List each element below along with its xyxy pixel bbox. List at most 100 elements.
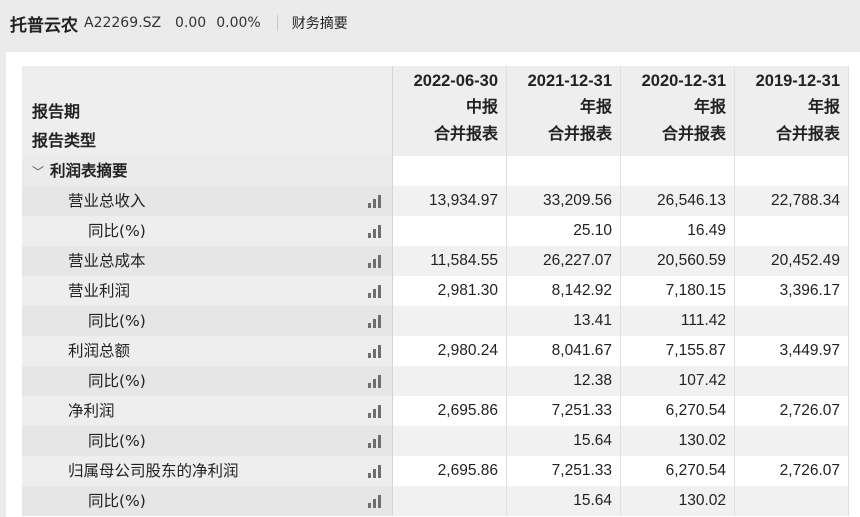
value-cell: 16.49 (621, 216, 735, 246)
bar-chart-icon[interactable] (368, 315, 384, 328)
bar-chart-icon[interactable] (368, 495, 384, 508)
value-cell: 12.38 (507, 366, 621, 396)
column-date: 2021-12-31 (527, 72, 612, 90)
value-cell: 107.42 (621, 366, 735, 396)
value-cell: 26,546.13 (621, 186, 735, 216)
row-label: 同比(%) (88, 222, 146, 240)
value-cell: 8,041.67 (507, 336, 621, 366)
column-type: 合并报表 (661, 126, 726, 143)
table-header-row: 报告期 报告类型 2022-06-30 中报 合并报表 2021-12-31 年… (22, 66, 860, 156)
header-label-cell: 报告期 报告类型 (22, 66, 393, 156)
row-label: 营业利润 (68, 282, 131, 300)
value-cell: 33,209.56 (507, 186, 621, 216)
column-header[interactable]: 2019-12-31 年报 合并报表 (735, 66, 849, 156)
row-label: 同比(%) (88, 372, 146, 390)
header-divider (276, 15, 278, 31)
value-cell: 7,155.87 (621, 336, 735, 366)
table-row: 归属母公司股东的净利润 2,695.86 7,251.33 6,270.54 2,726… (22, 456, 860, 486)
row-label-cell: 营业总成本 (22, 246, 393, 276)
row-label-cell: 同比(%) (22, 306, 393, 336)
value-cell: 7,180.15 (621, 276, 735, 306)
bar-chart-icon[interactable] (368, 195, 384, 208)
row-label-cell: 归属母公司股东的净利润 (22, 456, 393, 486)
row-label: 营业总成本 (68, 252, 146, 270)
table-body: 营业总收入 13,934.97 33,209.56 26,546.13 22,788.3… (22, 186, 860, 516)
section-row-income-statement[interactable]: ﹀ 利润表摘要 (22, 156, 860, 186)
table-row: 同比(%) 25.10 16.49 (22, 216, 860, 246)
row-label-cell: 同比(%) (22, 216, 393, 246)
table-row: 营业总成本 11,584.55 26,227.07 20,560.59 20,452.4… (22, 246, 860, 276)
value-cell (735, 486, 849, 516)
bar-chart-icon[interactable] (368, 225, 384, 238)
stock-header: 托普云农 A22269.SZ 0.00 0.00% 财务摘要 (0, 0, 860, 46)
column-header[interactable]: 2021-12-31 年报 合并报表 (507, 66, 621, 156)
value-cell (393, 426, 507, 456)
row-label: 营业总收入 (68, 192, 146, 210)
column-period: 年报 (807, 99, 840, 116)
bar-chart-icon[interactable] (368, 375, 384, 388)
row-label-cell: 同比(%) (22, 426, 393, 456)
column-type: 合并报表 (433, 126, 498, 143)
column-type: 合并报表 (547, 126, 612, 143)
table-row: 营业总收入 13,934.97 33,209.56 26,546.13 22,788.3… (22, 186, 860, 216)
bar-chart-icon[interactable] (368, 435, 384, 448)
value-cell (393, 486, 507, 516)
value-cell: 2,980.24 (393, 336, 507, 366)
row-label: 利润总额 (68, 342, 131, 360)
value-cell (735, 426, 849, 456)
value-cell: 8,142.92 (507, 276, 621, 306)
value-cell (735, 216, 849, 246)
value-cell: 13.41 (507, 306, 621, 336)
stock-change-pct: 0.00% (216, 15, 261, 31)
row-label: 同比(%) (88, 432, 146, 450)
value-cell: 7,251.33 (507, 396, 621, 426)
value-cell: 130.02 (621, 486, 735, 516)
table-row: 同比(%) 12.38 107.42 (22, 366, 860, 396)
row-label-cell: 净利润 (22, 396, 393, 426)
section-toggle[interactable]: ﹀ 利润表摘要 (32, 156, 128, 187)
row-label: 净利润 (68, 402, 115, 420)
column-period: 年报 (693, 99, 726, 116)
value-cell: 2,981.30 (393, 276, 507, 306)
table-row: 营业利润 2,981.30 8,142.92 7,180.15 3,396.17 (22, 276, 860, 306)
value-cell (393, 306, 507, 336)
stock-name: 托普云农 (10, 15, 78, 36)
value-cell: 20,560.59 (621, 246, 735, 276)
financial-summary-panel: 报告期 报告类型 2022-06-30 中报 合并报表 2021-12-31 年… (6, 52, 860, 517)
bar-chart-icon[interactable] (368, 255, 384, 268)
value-cell: 11,584.55 (393, 246, 507, 276)
column-header[interactable]: 2020-12-31 年报 合并报表 (621, 66, 735, 156)
bar-chart-icon[interactable] (368, 465, 384, 478)
value-cell: 13,934.97 (393, 186, 507, 216)
stock-code: A22269.SZ (84, 15, 162, 31)
value-cell: 2,726.07 (735, 456, 849, 486)
row-label: 同比(%) (88, 312, 146, 330)
bar-chart-icon[interactable] (368, 405, 384, 418)
value-cell: 15.64 (507, 486, 621, 516)
value-cell: 130.02 (621, 426, 735, 456)
table-row: 同比(%) 13.41 111.42 (22, 306, 860, 336)
bar-chart-icon[interactable] (368, 285, 384, 298)
column-period: 中报 (465, 99, 498, 116)
chevron-down-icon[interactable]: ﹀ (32, 157, 46, 187)
value-cell: 2,726.07 (735, 396, 849, 426)
row-label-cell: 同比(%) (22, 366, 393, 396)
report-period-label: 报告期 (32, 102, 81, 121)
row-label: 归属母公司股东的净利润 (68, 462, 239, 480)
column-header[interactable]: 2022-06-30 中报 合并报表 (393, 66, 507, 156)
value-cell (393, 366, 507, 396)
value-cell: 26,227.07 (507, 246, 621, 276)
table-row: 利润总额 2,980.24 8,041.67 7,155.87 3,449.97 (22, 336, 860, 366)
bar-chart-icon[interactable] (368, 345, 384, 358)
value-cell: 20,452.49 (735, 246, 849, 276)
column-date: 2020-12-31 (641, 72, 726, 90)
value-cell: 6,270.54 (621, 396, 735, 426)
tab-financial-summary[interactable]: 财务摘要 (292, 13, 348, 33)
value-cell (735, 306, 849, 336)
value-cell: 7,251.33 (507, 456, 621, 486)
row-label-cell: 营业利润 (22, 276, 393, 306)
table-row: 同比(%) 15.64 130.02 (22, 426, 860, 456)
stock-price: 0.00 (175, 15, 207, 31)
column-date: 2019-12-31 (755, 72, 840, 90)
column-period: 年报 (579, 99, 612, 116)
